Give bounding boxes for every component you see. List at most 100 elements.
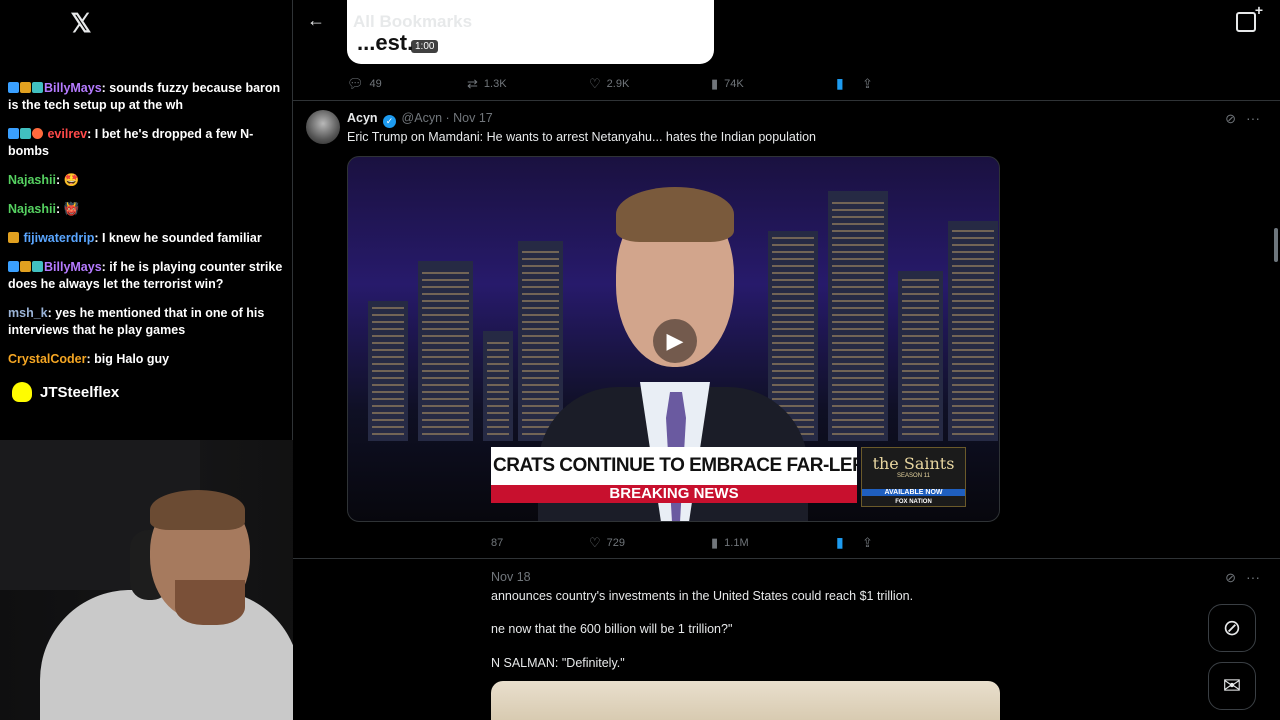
chat-username: evilrev bbox=[47, 127, 88, 141]
add-bookmark-folder-icon[interactable] bbox=[1236, 2, 1263, 32]
x-logo-icon[interactable]: 𝕏 bbox=[68, 10, 94, 36]
views-button[interactable]: ▮ 74K bbox=[711, 76, 836, 92]
chat-username: Najashii bbox=[8, 173, 56, 187]
repost-icon: ⇄ bbox=[467, 75, 478, 91]
tweet-actions: 87 ♡ 729 ▮ 1.1M ▮ ⇪ bbox=[491, 534, 881, 551]
back-arrow-icon[interactable]: ← bbox=[307, 10, 325, 31]
promo-season: SEASON 11 bbox=[897, 473, 930, 479]
heart-icon: ♡ bbox=[589, 75, 601, 91]
chat-text: : I bet he's dropped a few N-bombs bbox=[8, 127, 254, 158]
like-count: 2.9K bbox=[606, 77, 630, 90]
views-icon: ▮ bbox=[711, 75, 719, 91]
repost-count: 87 bbox=[491, 536, 504, 549]
badge-icon bbox=[8, 82, 19, 93]
promo-title: the Saints bbox=[872, 454, 955, 473]
repost-button[interactable]: 87 bbox=[491, 537, 589, 549]
bg-building bbox=[418, 261, 473, 441]
chat-text: : big Halo guy bbox=[86, 352, 170, 366]
repost-button[interactable]: ⇄ 1.3K bbox=[467, 76, 589, 92]
tweet-text-line: ne now that the 600 billion will be 1 tr… bbox=[491, 622, 733, 636]
host-hair bbox=[616, 187, 734, 242]
bookmark-icon: ▮ bbox=[836, 534, 844, 550]
tweet-text-line: N SALMAN: "Definitely." bbox=[491, 656, 625, 670]
chat-username: Najashii bbox=[8, 202, 56, 216]
chat-username: msh_k bbox=[8, 306, 48, 320]
more-options-icon[interactable]: ··· bbox=[1246, 569, 1260, 585]
share-button[interactable]: ⇪ bbox=[862, 76, 873, 92]
avatar[interactable] bbox=[306, 110, 340, 144]
badge-icon bbox=[8, 261, 19, 272]
header-bar: ← All Bookmarks bbox=[293, 0, 1280, 44]
share-icon: ⇪ bbox=[862, 534, 873, 550]
like-button[interactable]: ♡ 729 bbox=[589, 535, 711, 551]
bg-building bbox=[948, 221, 998, 441]
more-options-icon[interactable]: ··· bbox=[1246, 110, 1260, 126]
badge-icon bbox=[32, 82, 43, 93]
chat-message: Najashii: 👹 bbox=[8, 201, 286, 218]
bg-building bbox=[828, 191, 888, 441]
chat-username: BillyMays bbox=[44, 260, 102, 274]
reply-icon: 💬︎ bbox=[347, 75, 364, 91]
share-button[interactable]: ⇪ bbox=[862, 535, 873, 551]
tweet-media[interactable] bbox=[491, 681, 1000, 720]
streamer-hoodie bbox=[40, 590, 300, 720]
chat-username: BillyMays bbox=[44, 81, 102, 95]
bookmark-button[interactable]: ▮ bbox=[836, 75, 862, 92]
grok-icon[interactable]: ⊘ bbox=[1208, 604, 1256, 652]
view-count: 1.1M bbox=[724, 536, 749, 549]
snapchat-name: JTSteelflex bbox=[40, 383, 120, 401]
tweet-text-line: announces country's investments in the U… bbox=[491, 589, 914, 603]
author-handle[interactable]: @Acyn bbox=[402, 111, 442, 125]
envelope-icon[interactable]: ✉ bbox=[1208, 662, 1256, 710]
reply-count: 49 bbox=[369, 77, 382, 90]
breaking-news-banner: BREAKING NEWS bbox=[491, 485, 857, 503]
grok-icon[interactable]: ⊘ bbox=[1225, 111, 1236, 127]
reply-button[interactable]: 💬︎ 49 bbox=[347, 76, 467, 92]
tweet-actions: 💬︎ 49 ⇄ 1.3K ♡ 2.9K ▮ 74K ▮ ⇪ bbox=[347, 75, 877, 92]
bookmark-button[interactable]: ▮ bbox=[836, 534, 862, 551]
snapchat-icon bbox=[12, 382, 32, 402]
view-count: 74K bbox=[724, 77, 744, 90]
page-title: All Bookmarks bbox=[353, 12, 473, 31]
verified-icon: ✓ bbox=[383, 115, 397, 128]
stream-chat-overlay: 𝕏 BillyMays: sounds fuzzy because baron … bbox=[0, 0, 292, 440]
bookmark-icon: ▮ bbox=[836, 75, 844, 91]
tweet-date[interactable]: · Nov 17 bbox=[446, 111, 493, 125]
views-icon: ▮ bbox=[711, 534, 719, 550]
chat-text: : 👹 bbox=[55, 202, 80, 216]
play-icon[interactable]: ▶ bbox=[653, 319, 697, 363]
views-button[interactable]: ▮ 1.1M bbox=[711, 535, 836, 551]
promo-available: AVAILABLE NOW bbox=[862, 489, 965, 496]
bg-building bbox=[483, 331, 513, 441]
author-name[interactable]: Acyn bbox=[347, 111, 378, 125]
chat-text: : I knew he sounded familiar bbox=[94, 231, 262, 245]
tweet-date[interactable]: Nov 18 bbox=[491, 570, 531, 584]
badge-icon bbox=[20, 261, 31, 272]
grok-icon[interactable]: ⊘ bbox=[1225, 570, 1236, 586]
chat-message: BillyMays: sounds fuzzy because baron is… bbox=[8, 80, 286, 114]
like-button[interactable]: ♡ 2.9K bbox=[589, 76, 711, 92]
snapchat-handle: JTSteelflex bbox=[12, 382, 119, 402]
bg-building bbox=[518, 241, 563, 441]
chat-username: CrystalCoder bbox=[8, 352, 87, 366]
heart-icon: ♡ bbox=[589, 534, 601, 550]
tweet-header: Acyn ✓ @Acyn · Nov 17 bbox=[347, 111, 493, 128]
bookmarks-column: ...est. 1:00 ← All Bookmarks 💬︎49 ⇄1.3K … bbox=[293, 0, 1280, 720]
streamer-beard bbox=[175, 580, 245, 625]
scrollbar[interactable] bbox=[1274, 228, 1278, 262]
news-chyron: CRATS CONTINUE TO EMBRACE FAR-LEFT IDEOL… bbox=[491, 447, 857, 507]
share-icon: ⇪ bbox=[862, 75, 873, 91]
chat-message: BillyMays: if he is playing counter stri… bbox=[8, 259, 286, 293]
badge-icon bbox=[32, 261, 43, 272]
chat-message: CrystalCoder: big Halo guy bbox=[8, 351, 286, 368]
badge-icon bbox=[32, 128, 43, 139]
network-promo: the Saints SEASON 11 AVAILABLE NOW FOX N… bbox=[861, 447, 966, 507]
chyron-headline: CRATS CONTINUE TO EMBRACE FAR-LEFT IDEOL… bbox=[491, 447, 857, 485]
promo-network: FOX NATION bbox=[895, 499, 932, 505]
badge-icon bbox=[8, 128, 19, 139]
bg-building bbox=[368, 301, 408, 441]
chat-messages: BillyMays: sounds fuzzy because baron is… bbox=[8, 80, 286, 380]
tweet-video[interactable]: ▶ CRATS CONTINUE TO EMBRACE FAR-LEFT IDE… bbox=[347, 156, 1000, 522]
repost-count: 1.3K bbox=[483, 77, 507, 90]
bg-building bbox=[898, 271, 943, 441]
